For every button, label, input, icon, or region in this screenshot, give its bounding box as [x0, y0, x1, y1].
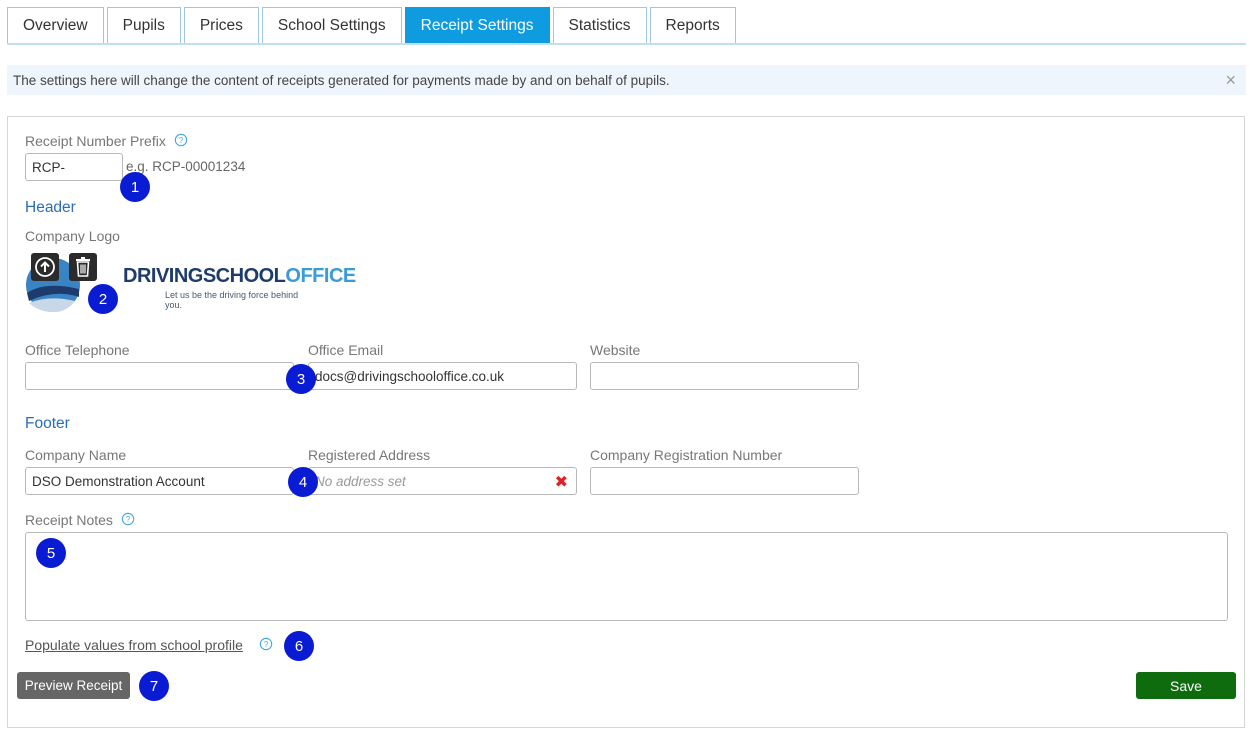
receipt-notes-textarea[interactable] — [25, 532, 1228, 621]
tab-receipt-settings[interactable]: Receipt Settings — [404, 7, 550, 43]
receipt-prefix-label-text: Receipt Number Prefix — [25, 133, 166, 149]
step-badge-4: 4 — [288, 467, 318, 497]
company-logo: DRIVINGSCHOOLOFFICE Let us be the drivin… — [25, 253, 356, 313]
populate-link-text: Populate values from school profile — [25, 637, 243, 653]
logo-brand-accent: OFFICE — [285, 265, 356, 287]
tab-pupils[interactable]: Pupils — [106, 7, 181, 43]
tab-statistics[interactable]: Statistics — [552, 7, 647, 43]
footer-section-title: Footer — [25, 415, 70, 432]
receipt-settings-panel: Receipt Number Prefix ? RCP- e.g. RCP-00… — [7, 116, 1245, 728]
logo-brand-main: DRIVINGSCHOOL — [123, 265, 286, 287]
office-email-label: Office Email — [308, 342, 384, 358]
office-email-input[interactable]: docs@drivingschooloffice.co.uk — [308, 362, 577, 390]
close-icon[interactable]: × — [1225, 70, 1236, 91]
info-banner: The settings here will change the conten… — [7, 65, 1246, 95]
step-badge-5: 5 — [36, 538, 66, 568]
svg-text:?: ? — [179, 136, 184, 145]
company-reg-number-input[interactable] — [590, 467, 859, 495]
logo-tagline: Let us be the driving force behind you. — [165, 290, 299, 310]
registered-address-field[interactable]: No address set ✖ — [308, 467, 577, 495]
tab-reports[interactable]: Reports — [649, 7, 736, 43]
upload-icon — [35, 257, 55, 277]
svg-text:?: ? — [264, 640, 269, 649]
help-icon[interactable]: ? — [174, 133, 188, 147]
company-name-label: Company Name — [25, 447, 127, 463]
receipt-prefix-input[interactable]: RCP- — [25, 153, 123, 181]
help-icon[interactable]: ? — [259, 637, 273, 651]
receipt-prefix-label: Receipt Number Prefix ? — [25, 133, 188, 149]
info-text: The settings here will change the conten… — [13, 72, 670, 88]
upload-logo-button[interactable] — [31, 253, 59, 281]
clear-address-icon[interactable]: ✖ — [555, 472, 568, 492]
delete-logo-button[interactable] — [69, 253, 97, 281]
svg-text:?: ? — [126, 515, 131, 524]
company-logo-label: Company Logo — [25, 228, 120, 244]
header-section-title: Header — [25, 199, 76, 216]
receipt-notes-label: Receipt Notes ? — [25, 512, 135, 528]
receipt-prefix-example: e.g. RCP-00001234 — [126, 159, 246, 174]
populate-from-profile-link[interactable]: Populate values from school profile — [25, 637, 243, 653]
receipt-notes-label-text: Receipt Notes — [25, 512, 113, 528]
website-input[interactable] — [590, 362, 859, 390]
company-reg-number-label: Company Registration Number — [590, 447, 783, 463]
step-badge-2: 2 — [88, 284, 118, 314]
preview-receipt-button[interactable]: Preview Receipt — [17, 672, 130, 699]
tab-bar: Overview Pupils Prices School Settings R… — [7, 7, 739, 43]
help-icon[interactable]: ? — [121, 512, 135, 526]
tab-school-settings[interactable]: School Settings — [261, 7, 402, 43]
tab-prices[interactable]: Prices — [183, 7, 259, 43]
save-button[interactable]: Save — [1136, 672, 1236, 699]
registered-address-label: Registered Address — [308, 447, 431, 463]
step-badge-6: 6 — [284, 631, 314, 661]
logo-wordmark: DRIVINGSCHOOLOFFICE — [123, 265, 356, 288]
office-telephone-label: Office Telephone — [25, 342, 130, 358]
tab-overview[interactable]: Overview — [7, 7, 104, 43]
step-badge-7: 7 — [139, 671, 169, 701]
office-telephone-input[interactable] — [25, 362, 294, 390]
company-name-input[interactable]: DSO Demonstration Account — [25, 467, 294, 495]
registered-address-placeholder: No address set — [315, 473, 406, 489]
website-label: Website — [590, 342, 641, 358]
tab-underline — [7, 43, 1246, 45]
step-badge-1: 1 — [120, 172, 150, 202]
step-badge-3: 3 — [286, 364, 316, 394]
trash-icon — [76, 257, 90, 277]
